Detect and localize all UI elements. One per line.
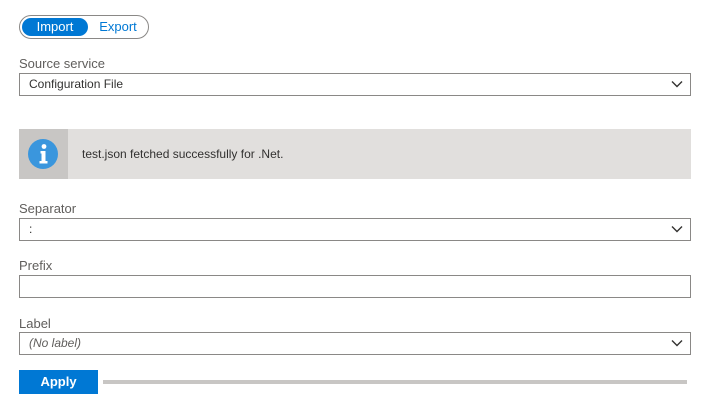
info-icon-container: [19, 129, 68, 179]
label-placeholder: (No label): [29, 336, 82, 350]
separator-label: Separator: [19, 201, 77, 216]
import-toggle-button[interactable]: Import: [22, 18, 88, 36]
chevron-down-icon: [671, 81, 683, 88]
export-toggle-button[interactable]: Export: [90, 18, 146, 36]
prefix-label: Prefix: [19, 258, 53, 273]
apply-button[interactable]: Apply: [19, 370, 98, 394]
chevron-down-icon: [671, 340, 683, 347]
separator-value: :: [29, 222, 33, 236]
progress-bar: [103, 380, 687, 384]
info-message-text: test.json fetched successfully for .Net.: [82, 147, 284, 161]
info-icon: [28, 139, 58, 169]
separator-dropdown[interactable]: :: [19, 218, 691, 241]
info-message-bar: test.json fetched successfully for .Net.: [19, 129, 691, 179]
source-service-value: Configuration File: [29, 77, 124, 91]
import-export-toggle: Import Export: [19, 15, 149, 39]
label-field-label: Label: [19, 316, 51, 331]
source-service-dropdown[interactable]: Configuration File: [19, 73, 691, 96]
chevron-down-icon: [671, 226, 683, 233]
prefix-input[interactable]: [19, 275, 691, 298]
source-service-label: Source service: [19, 56, 105, 71]
label-dropdown[interactable]: (No label): [19, 332, 691, 355]
